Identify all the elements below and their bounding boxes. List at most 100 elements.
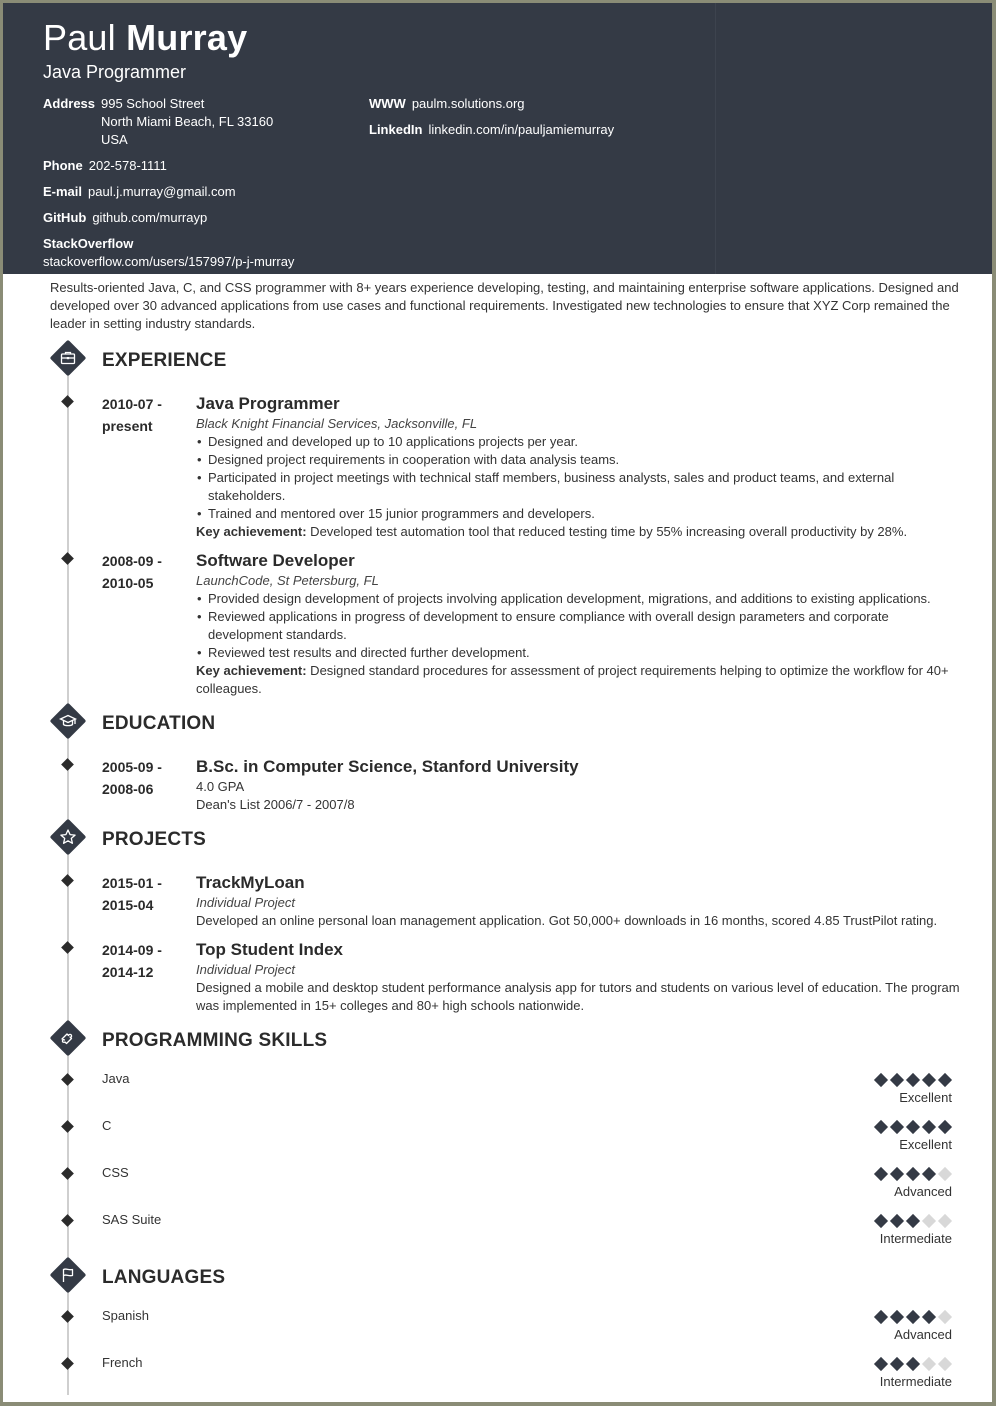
- date-start: 2015-01 -: [102, 875, 162, 891]
- rating-dots: [832, 1166, 953, 1182]
- date-start: 2010-07 -: [102, 396, 162, 412]
- timeline-marker: [61, 1073, 74, 1086]
- entry-title: Software Developer: [196, 551, 355, 570]
- timeline-marker: [61, 1357, 74, 1370]
- entry-type: Individual Project: [196, 895, 295, 910]
- rating-dot-filled: [889, 1213, 905, 1229]
- entry-title: B.Sc. in Computer Science, Stanford Univ…: [196, 757, 579, 776]
- profile-summary: Results-oriented Java, C, and CSS progra…: [50, 280, 959, 331]
- rating-label: Excellent: [899, 1090, 952, 1105]
- skill-name: SAS Suite: [102, 1212, 162, 1227]
- skill-rating: Excellent: [832, 1119, 953, 1152]
- github-link[interactable]: github.com/murrayp: [92, 210, 207, 225]
- project-entry: TrackMyLoan Individual Project Developed…: [196, 872, 961, 930]
- entry-date: 2014-09 - 2014-12: [102, 939, 162, 983]
- section-title-experience: EXPERIENCE: [102, 350, 227, 371]
- bullet-item: Participated in project meetings with te…: [196, 469, 961, 505]
- entry-title: Java Programmer: [196, 394, 340, 413]
- candidate-name: Paul Murray: [43, 17, 247, 59]
- contact-linkedin: LinkedIn linkedin.com/in/pauljamiemurray: [369, 121, 614, 139]
- skill-rating: Advanced: [832, 1166, 953, 1199]
- entry-title: Top Student Index: [196, 940, 344, 959]
- rating-dot-filled: [905, 1213, 921, 1229]
- rating-dots: [832, 1356, 953, 1372]
- rating-dot-empty: [921, 1213, 937, 1229]
- contact-github: GitHub github.com/murrayp: [43, 209, 207, 227]
- flag-icon: [49, 1256, 87, 1294]
- www-link[interactable]: paulm.solutions.org: [412, 96, 525, 111]
- linkedin-label: LinkedIn: [369, 122, 423, 137]
- email-link[interactable]: paul.j.murray@gmail.com: [88, 184, 236, 199]
- stackoverflow-label: StackOverflow: [43, 236, 134, 251]
- date-end: 2015-04: [102, 897, 154, 913]
- rating-dot-empty: [937, 1166, 953, 1182]
- rating-dot-filled: [905, 1166, 921, 1182]
- rating-dot-filled: [905, 1309, 921, 1325]
- job-title: Java Programmer: [43, 62, 187, 82]
- rating-dot-filled: [889, 1166, 905, 1182]
- date-start: 2014-09 -: [102, 942, 162, 958]
- entry-company: Black Knight Financial Services, Jackson…: [196, 416, 478, 431]
- skill-name: C: [102, 1118, 112, 1133]
- key-achievement: Key achievement: Developed test automati…: [196, 523, 961, 541]
- phone-label: Phone: [43, 158, 83, 173]
- bullet-item: Designed project requirements in coopera…: [196, 451, 961, 469]
- stackoverflow-link[interactable]: stackoverflow.com/users/157997/p-j-murra…: [43, 253, 294, 271]
- rating-label: Intermediate: [879, 1231, 952, 1246]
- entry-bullets: Designed and developed up to 10 applicat…: [196, 433, 961, 523]
- header-divider: [715, 3, 716, 274]
- www-label: WWW: [369, 96, 406, 111]
- entry-bullets: Provided design development of projects …: [196, 590, 961, 662]
- resume-page: Paul Murray Java Programmer Address 995 …: [0, 0, 996, 1406]
- rating-dot-filled: [905, 1072, 921, 1088]
- education-entry: B.Sc. in Computer Science, Stanford Univ…: [196, 756, 961, 814]
- timeline-marker: [61, 758, 74, 771]
- rating-dots: [832, 1309, 953, 1325]
- github-label: GitHub: [43, 210, 87, 225]
- bullet-item: Reviewed test results and directed furth…: [196, 644, 961, 662]
- rating-label: Advanced: [894, 1327, 952, 1342]
- key-achievement: Key achievement: Designed standard proce…: [196, 662, 961, 698]
- key-achievement-text: Designed standard procedures for assessm…: [196, 663, 949, 696]
- date-start: 2008-09 -: [102, 553, 162, 569]
- contact-email: E-mail paul.j.murray@gmail.com: [43, 183, 236, 201]
- date-end: 2008-06: [102, 781, 154, 797]
- skill-rating: Excellent: [832, 1072, 953, 1105]
- briefcase-icon: [49, 339, 87, 377]
- rating-dot-empty: [937, 1356, 953, 1372]
- rating-dot-filled: [905, 1356, 921, 1372]
- puzzle-icon: [49, 1019, 87, 1057]
- experience-entry: Software Developer LaunchCode, St Peters…: [196, 550, 961, 698]
- star-icon: [49, 818, 87, 856]
- first-name: Paul: [43, 17, 116, 58]
- section-title-skills: PROGRAMMING SKILLS: [102, 1030, 328, 1051]
- rating-dot-filled: [921, 1072, 937, 1088]
- rating-dot-filled: [921, 1166, 937, 1182]
- address-line: 995 School Street: [101, 96, 205, 111]
- last-name: Murray: [126, 17, 248, 58]
- phone-value[interactable]: 202-578-1111: [89, 158, 167, 173]
- language-name: Spanish: [102, 1308, 149, 1323]
- contact-www: WWW paulm.solutions.org: [369, 95, 525, 113]
- timeline-marker: [61, 941, 74, 954]
- linkedin-link[interactable]: linkedin.com/in/pauljamiemurray: [428, 122, 614, 137]
- rating-label: Advanced: [894, 1184, 952, 1199]
- address-label: Address: [43, 96, 96, 111]
- entry-detail: 4.0 GPA: [196, 779, 245, 794]
- rating-dot-filled: [921, 1309, 937, 1325]
- rating-dot-filled: [921, 1119, 937, 1135]
- skill-name: CSS: [102, 1165, 129, 1180]
- rating-dots: [832, 1119, 953, 1135]
- experience-entry: Java Programmer Black Knight Financial S…: [196, 393, 961, 541]
- rating-dot-filled: [873, 1119, 889, 1135]
- rating-dot-filled: [873, 1356, 889, 1372]
- key-achievement-label: Key achievement:: [196, 524, 307, 539]
- rating-dot-filled: [937, 1119, 953, 1135]
- timeline-marker: [61, 395, 74, 408]
- rating-label: Intermediate: [879, 1374, 952, 1389]
- rating-dot-filled: [873, 1309, 889, 1325]
- entry-date: 2015-01 - 2015-04: [102, 872, 162, 916]
- section-title-education: EDUCATION: [102, 713, 216, 734]
- graduation-cap-icon: [49, 702, 87, 740]
- bullet-item: Provided design development of projects …: [196, 590, 961, 608]
